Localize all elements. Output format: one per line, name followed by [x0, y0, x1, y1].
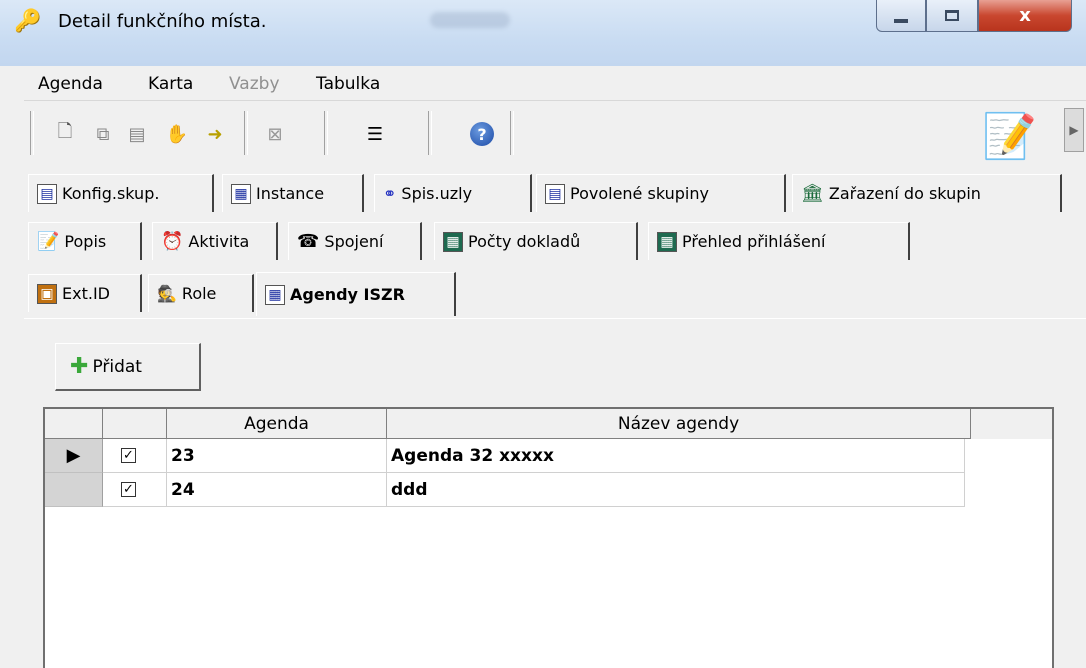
toolbar: 🗋 ⧉ ▤ ✋ ➜ ⊠ ☰ ? 📝: [24, 101, 1086, 169]
toolbar-scroll-right-icon[interactable]: ▶: [1064, 108, 1084, 152]
id-card-icon: ▣: [37, 283, 57, 304]
exit-arrow-icon[interactable]: ➜: [202, 121, 228, 147]
header-indicator: [45, 409, 103, 439]
maximize-button[interactable]: [926, 0, 978, 32]
clock-icon: ⏰: [161, 231, 184, 252]
table-row[interactable]: ✓ 24 ddd: [45, 473, 1052, 507]
agenda-cell[interactable]: 23: [167, 439, 387, 473]
content-panel: ✚ Přidat Agenda Název agendy ▶ ✓ 23 Agen…: [24, 318, 1086, 668]
tab-povolene-skupiny[interactable]: ▤ Povolené skupiny: [536, 174, 786, 212]
tab-pocty-dokladu[interactable]: ▦ Počty dokladů: [434, 222, 638, 260]
current-row-arrow-icon: ▶: [45, 439, 103, 473]
copy-icon[interactable]: ⧉: [90, 121, 116, 147]
add-button-label: Přidat: [92, 356, 142, 377]
tab-row-2: 📝 Popis ⏰ Aktivita ☎ Spojení ▦ Počty dokladů…: [24, 220, 1086, 262]
calculator-icon: ▦: [657, 231, 677, 252]
tab-zarazeni-do-skupin[interactable]: 🏛 Zařazení do skupin: [792, 174, 1062, 212]
grid-header: Agenda Název agendy: [45, 409, 1052, 439]
header-agenda[interactable]: Agenda: [167, 409, 387, 439]
add-button[interactable]: ✚ Přidat: [55, 343, 201, 391]
new-document-icon[interactable]: 🗋: [52, 121, 78, 147]
maximize-icon: [945, 10, 959, 21]
tab-popis[interactable]: 📝 Popis: [28, 222, 142, 260]
tab-konfig-skup[interactable]: ▤ Konfig.skup.: [28, 174, 214, 212]
nazev-agendy-cell[interactable]: ddd: [387, 473, 965, 507]
form-icon: ▤: [545, 183, 565, 204]
tab-ext-id[interactable]: ▣ Ext.ID: [28, 274, 142, 312]
tab-row-3: ▣ Ext.ID 🕵 Role ▦ Agendy ISZR: [24, 272, 1086, 316]
table-icon: ▦: [265, 284, 285, 305]
tab-agendy-iszr[interactable]: ▦ Agendy ISZR: [256, 272, 456, 316]
minimize-icon: [894, 18, 908, 23]
phone-icon: ☎: [297, 231, 320, 252]
spy-icon: 🕵: [157, 284, 177, 303]
tab-label: Přehled přihlášení: [682, 232, 826, 251]
close-button[interactable]: x: [978, 0, 1072, 32]
tab-label: Popis: [64, 232, 107, 251]
table-row[interactable]: ▶ ✓ 23 Agenda 32 xxxxx: [45, 439, 1052, 473]
title-bar: 🔑 Detail funkčního místa. x: [0, 0, 1086, 66]
nazev-agendy-cell[interactable]: Agenda 32 xxxxx: [387, 439, 965, 473]
building-icon: 🏛: [801, 183, 824, 204]
toolbar-separator: [324, 111, 328, 155]
checkbox-cell[interactable]: ✓: [103, 473, 167, 507]
tab-label: Agendy ISZR: [290, 285, 405, 304]
blurred-area: [430, 12, 510, 28]
tab-label: Spis.uzly: [401, 184, 473, 203]
people-icon: ⚭: [383, 184, 397, 203]
tab-label: Konfig.skup.: [62, 184, 160, 203]
checkbox-cell[interactable]: ✓: [103, 439, 167, 473]
data-grid: Agenda Název agendy ▶ ✓ 23 Agenda 32 xxx…: [43, 407, 1054, 668]
tab-row-1: ▤ Konfig.skup. ▦ Instance ⚭ Spis.uzly ▤ Povo…: [24, 172, 1086, 214]
checkbox[interactable]: ✓: [121, 448, 136, 463]
tab-instance[interactable]: ▦ Instance: [222, 174, 364, 212]
edit-icon: 📝: [37, 231, 60, 252]
tab-label: Spojení: [324, 232, 384, 251]
tab-role[interactable]: 🕵 Role: [148, 274, 254, 312]
list-icon[interactable]: ▤: [124, 121, 150, 147]
tab-label: Instance: [256, 184, 325, 203]
tab-label: Ext.ID: [62, 284, 110, 303]
close-icon: x: [1019, 5, 1031, 26]
form-icon: ▤: [37, 183, 57, 204]
toolbar-separator: [428, 111, 432, 155]
delete-icon[interactable]: ⊠: [262, 121, 288, 147]
tab-label: Zařazení do skupin: [828, 184, 981, 203]
toolbar-separator: [510, 111, 514, 155]
table-icon: ▦: [231, 183, 251, 204]
agenda-cell[interactable]: 24: [167, 473, 387, 507]
calculator-icon: ▦: [443, 231, 463, 252]
tab-label: Počty dokladů: [468, 232, 581, 251]
menu-agenda[interactable]: Agenda: [38, 74, 103, 94]
tab-label: Aktivita: [188, 232, 250, 251]
tab-prehled-prihlaseni[interactable]: ▦ Přehled přihlášení: [648, 222, 910, 260]
plus-icon: ✚: [70, 353, 89, 379]
window-title: Detail funkčního místa.: [58, 11, 267, 32]
key-icon: 🔑: [14, 9, 42, 34]
header-checkbox: [103, 409, 167, 439]
tab-label: Role: [181, 284, 217, 303]
help-icon[interactable]: ?: [470, 122, 494, 146]
tab-spojeni[interactable]: ☎ Spojení: [288, 222, 422, 260]
tree-icon[interactable]: ☰: [362, 121, 388, 147]
toolbar-grip: [30, 111, 34, 155]
tab-spis-uzly[interactable]: ⚭ Spis.uzly: [374, 174, 532, 212]
checkbox[interactable]: ✓: [121, 482, 136, 497]
header-nazev-agendy[interactable]: Název agendy: [387, 409, 971, 439]
menu-karta[interactable]: Karta: [148, 74, 193, 94]
tab-label: Povolené skupiny: [570, 184, 709, 203]
toolbar-separator: [244, 111, 248, 155]
minimize-button[interactable]: [876, 0, 926, 32]
menu-bar: Agenda Karta Vazby Tabulka: [24, 68, 1086, 101]
stop-hand-icon[interactable]: ✋: [164, 121, 190, 147]
menu-vazby[interactable]: Vazby: [229, 74, 280, 94]
edit-document-icon[interactable]: 📝: [982, 109, 1037, 165]
menu-tabulka[interactable]: Tabulka: [316, 74, 380, 94]
row-indicator: [45, 473, 103, 507]
tab-aktivita[interactable]: ⏰ Aktivita: [152, 222, 278, 260]
